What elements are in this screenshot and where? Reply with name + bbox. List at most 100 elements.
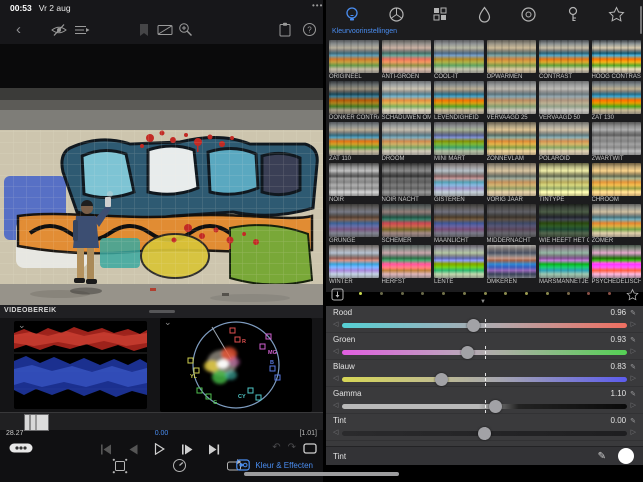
slider-value[interactable]: 0.83 [611,362,627,371]
preset-item[interactable]: ZWARTWIT [592,122,642,163]
preset-item[interactable]: VERVAAGD 50 [539,81,589,122]
slider-decrement-arrow[interactable]: ◁ [333,374,338,384]
preset-item[interactable]: ZAT 130 [592,81,642,122]
slider-track[interactable] [342,431,626,436]
preset-item[interactable]: WINTER [329,245,379,286]
preset-item[interactable]: PSYCHEDELISCH [592,245,642,286]
preset-item[interactable]: NOIR NACHT [382,163,432,204]
tab-color-wheels[interactable] [386,4,406,24]
slider-track[interactable] [342,404,626,409]
tab-color-presets[interactable] [342,4,362,24]
slider-edit-pencil-icon[interactable]: ✎ [630,363,636,371]
preset-item[interactable]: OPWARMEN [487,40,537,81]
frame-fit-tool[interactable] [112,458,129,475]
preset-item[interactable]: NOIR [329,163,379,204]
panel-scrollbar[interactable] [640,6,642,34]
tab-favorites[interactable] [607,4,627,24]
preset-item[interactable]: COOL-IT [434,40,484,81]
clipboard-icon[interactable] [276,21,293,38]
aspect-ratio-icon[interactable] [156,21,173,38]
preset-item[interactable]: ANTI-GROEN [382,40,432,81]
slider-knob[interactable] [461,346,474,359]
undo-button[interactable]: ↶ [272,442,280,454]
preset-item[interactable]: LENTE [434,245,484,286]
slider-decrement-arrow[interactable]: ◁ [333,401,338,411]
preset-item[interactable]: CHROOM [592,163,642,204]
preset-item[interactable]: MAANLICHT [434,204,484,245]
marker-icon[interactable] [135,21,152,38]
preset-item[interactable]: MARSMANNETJE [539,245,589,286]
preset-item[interactable]: WIE HEEFT HET GEDAAN? [539,204,589,245]
speed-tool[interactable] [172,458,189,475]
preset-item[interactable]: GISTEREN [434,163,484,204]
slider-knob[interactable] [489,400,502,413]
preset-item[interactable]: MIDDERNACHT [487,204,537,245]
slider-edit-pencil-icon[interactable]: ✎ [630,336,636,344]
overlay-compare-icon[interactable] [73,21,90,38]
more-ellipsis-icon[interactable]: ••• [312,1,323,10]
tint-color-swatch[interactable] [618,448,634,464]
slider-edit-pencil-icon[interactable]: ✎ [630,309,636,317]
timeline-ruler[interactable] [0,412,323,430]
clip-thumbnail[interactable] [24,414,49,431]
tab-luts[interactable] [430,4,450,24]
preset-item[interactable]: ZOMER [592,204,642,245]
preset-item[interactable]: DROOM [382,122,432,163]
preset-item[interactable]: TINTYPE [539,163,589,204]
slider-knob[interactable] [467,319,480,332]
slider-value[interactable]: 1.10 [611,389,627,398]
preset-item[interactable]: SCHADUWEN OMHOOG [382,81,432,122]
back-chevron-icon[interactable]: ‹ [10,21,27,38]
slider-knob[interactable] [478,427,491,440]
play-button[interactable] [154,443,165,455]
prev-frame-button[interactable] [128,444,139,455]
slider-edit-pencil-icon[interactable]: ✎ [630,390,636,398]
slider-track[interactable] [342,377,626,382]
playhead-timecode[interactable]: 0.00 [0,430,323,437]
preset-item[interactable]: HOOG CONTRAST [592,40,642,81]
slider-decrement-arrow[interactable]: ◁ [333,347,338,357]
slider-increment-arrow[interactable]: ▷ [631,428,636,438]
preset-item[interactable]: SCHEMER [382,204,432,245]
slider-track[interactable] [342,350,626,355]
color-effects-tool[interactable]: Kleur & Effecten [236,459,313,471]
preset-item[interactable]: VORIG JAAR [487,163,537,204]
preset-item[interactable]: ZAT 110 [329,122,379,163]
preset-item[interactable]: DONKER CONTRAST [329,81,379,122]
waveform-scope[interactable]: ⌄ [14,321,147,409]
help-icon[interactable]: ? [301,21,318,38]
home-indicator[interactable] [244,472,399,476]
slider-edit-pencil-icon[interactable]: ✎ [630,417,636,425]
preset-item[interactable]: ORIGINEEL [329,40,379,81]
jump-start-button[interactable] [100,444,112,455]
preset-item[interactable]: MINI MART [434,122,484,163]
presets-collapse-handle[interactable]: ▼ [323,298,643,306]
preset-item[interactable]: HERFST [382,245,432,286]
scope-drag-handle[interactable] [149,310,175,313]
tab-chroma-key[interactable] [563,4,583,24]
slider-track[interactable] [342,323,626,328]
tint-edit-pencil-icon[interactable]: ✎ [598,451,606,462]
play-from-playhead-button[interactable] [181,444,193,455]
fullscreen-button[interactable] [303,443,317,454]
preset-item[interactable]: GRUNGE [329,204,379,245]
preset-item[interactable]: ZONNEVLAM [487,122,537,163]
slider-knob[interactable] [435,373,448,386]
jump-end-button[interactable] [208,444,220,455]
slider-value[interactable]: 0.00 [611,416,627,425]
zoom-in-icon[interactable] [177,21,194,38]
slider-increment-arrow[interactable]: ▷ [631,401,636,411]
slider-increment-arrow[interactable]: ▷ [631,347,636,357]
preset-item[interactable]: POLAROID [539,122,589,163]
waveform-collapse-icon[interactable]: ⌄ [18,320,26,331]
slider-value[interactable]: 0.93 [611,335,627,344]
vectorscope[interactable]: ⌄ R MG B [160,318,312,412]
clip-media-toggle[interactable] [9,443,33,453]
slider-increment-arrow[interactable]: ▷ [631,374,636,384]
preset-item[interactable]: OMKEREN [487,245,537,286]
preset-item[interactable]: CONTRAST [539,40,589,81]
preset-item[interactable]: VERVAAGD 25 [487,81,537,122]
tab-blur-effects[interactable] [474,4,494,24]
slider-decrement-arrow[interactable]: ◁ [333,320,338,330]
vectorscope-collapse-icon[interactable]: ⌄ [164,317,172,328]
